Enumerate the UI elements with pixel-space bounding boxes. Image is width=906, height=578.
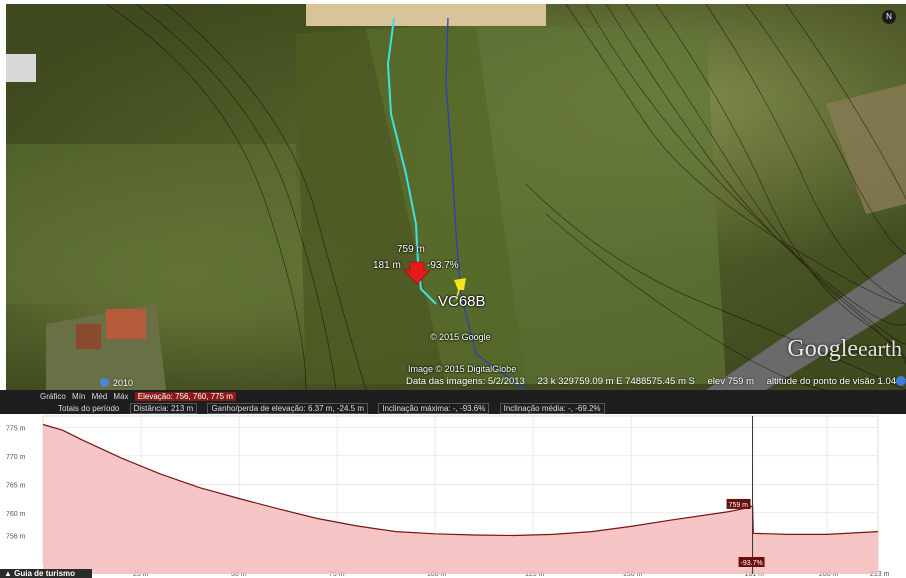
y-tick-label: 760 m [6,511,26,518]
point-slope-label: -93.7% [427,260,459,271]
graph-label: Gráfico [40,392,66,401]
placemark-label[interactable]: VC68B [438,293,486,310]
map-view[interactable]: 759 m 181 m -93.7% VC68B © 2015 Google I… [6,4,906,390]
google-copyright: © 2015 Google [430,332,491,342]
totals-label: Totais do período [58,404,120,413]
cursor-elevation-label: 759 m [729,502,749,509]
y-tick-label: 770 m [6,454,26,461]
clock-icon [100,378,109,387]
tour-guide-icon: ▲ [4,569,15,578]
max-slope-stat[interactable]: Inclinação máxima: -, -93.6% [378,403,490,414]
roof-red [106,309,146,339]
avg-slope-stat[interactable]: Inclinação média: -, -69.2% [499,403,605,414]
orchard-area [6,144,296,304]
point-elevation-label: 759 m [397,244,425,255]
y-tick-label: 756 m [6,534,26,541]
elevation-profile-chart[interactable]: 775 m 770 m 765 m 760 m 756 m 25 m 50 m 75 m 100… [0,414,906,578]
elevation-readout: elev 759 m [707,376,754,387]
distance-stat[interactable]: Distância: 213 m [129,403,198,414]
avg-toggle[interactable]: Méd [92,392,108,401]
road-right [706,254,906,390]
elevation-profile-toolbar: Gráfico Mín Méd Máx Elevação: 756, 760, … [0,390,906,414]
gain-loss-stat[interactable]: Ganho/perda de elevação: 6.37 m, -24.5 m [207,403,368,414]
compass-icon[interactable]: N [882,10,896,24]
status-bar: Data das imagens: 5/2/2013 23 k 329759.0… [406,376,906,387]
imagery-copyright: Image © 2015 DigitalGlobe [408,364,517,374]
historical-imagery-badge[interactable]: 2010 [100,378,133,388]
google-earth-logo: Googleearth [787,336,902,362]
point-distance-label: 181 m [373,260,401,271]
y-tick-label: 775 m [6,425,26,432]
min-toggle[interactable]: Mín [72,392,85,401]
elevation-chart-svg: 775 m770 m765 m760 m756 m25 m 50 m 75 m 100… [6,415,890,578]
max-toggle[interactable]: Máx [113,392,128,401]
eye-altitude: altitude do ponto de visão 1.04 km [766,376,906,387]
globe-icon[interactable] [896,376,906,386]
roof-brown [76,324,101,349]
cursor-slope-label: -93.7% [741,560,763,567]
dirt-road [306,4,546,26]
water-tank [6,54,36,82]
profile-row-graph: Gráfico Mín Méd Máx Elevação: 756, 760, … [40,392,240,401]
y-tick-label: 765 m [6,482,26,489]
coordinates: 23 k 329759.09 m E 7488575.45 m S [537,376,695,387]
elevation-values[interactable]: Elevação: 756, 760, 775 m [134,392,236,401]
imagery-date: Data das imagens: 5/2/2013 [406,376,525,387]
profile-row-totals: Totais do período Distância: 213 m Ganho… [58,403,613,414]
tour-guide-button[interactable]: ▲ Guia de turismo [0,569,92,578]
